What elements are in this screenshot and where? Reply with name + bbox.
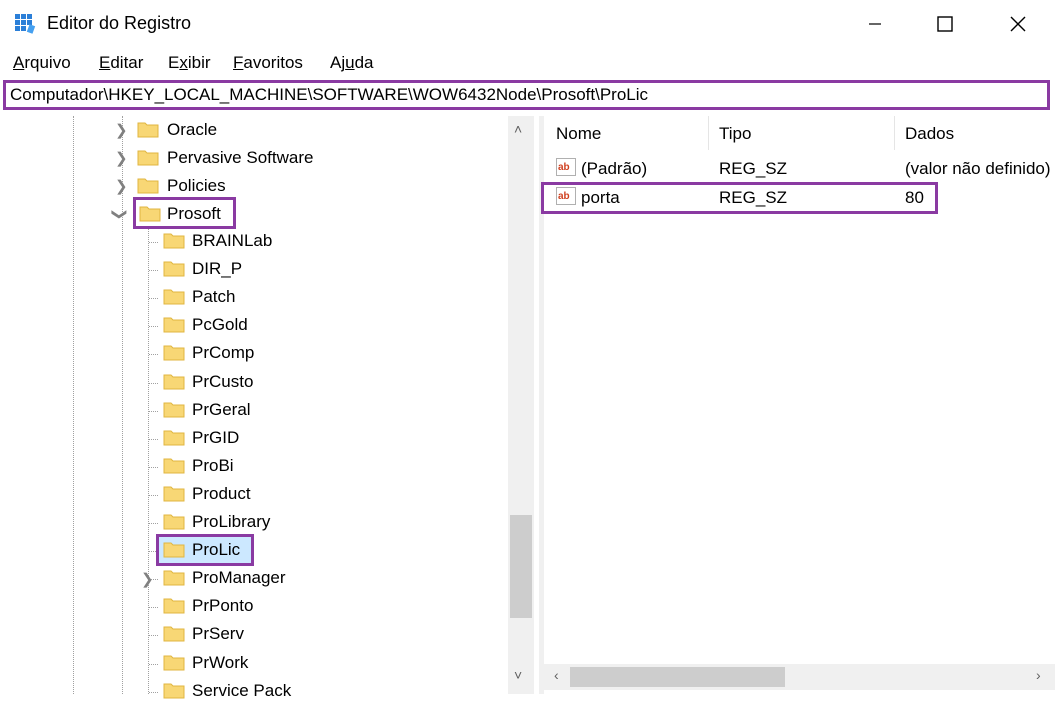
scroll-up-arrow-icon[interactable]: ˄ (514, 121, 522, 137)
folder-icon (163, 456, 185, 474)
tree-connector-line (149, 326, 158, 327)
value-data: (valor não definido) (905, 159, 1051, 178)
tree-connector-line (149, 242, 158, 243)
reg-sz-ab-icon: ab (556, 158, 576, 176)
folder-icon (137, 176, 159, 194)
menu-ajuda[interactable]: Ajuda (330, 53, 374, 73)
tree-item-brainlab[interactable]: BRAINLab (192, 231, 272, 251)
folder-icon (163, 568, 185, 586)
tree-connector-line (149, 692, 158, 693)
value-type: REG_SZ (719, 188, 788, 207)
expand-chevron-icon[interactable]: ❯ (115, 177, 128, 195)
folder-icon (163, 624, 185, 642)
tree-connector-line (149, 383, 158, 384)
tree-item-prolibrary[interactable]: ProLibrary (192, 512, 270, 532)
svg-text:ab: ab (558, 191, 570, 202)
expand-chevron-icon[interactable]: ❯ (115, 149, 128, 167)
value-name[interactable]: porta (581, 188, 620, 208)
tree-connector-line (149, 354, 158, 355)
column-header-dados[interactable]: Dados (905, 124, 954, 144)
column-separator[interactable] (894, 116, 895, 150)
window-title: Editor do Registro (47, 13, 192, 33)
scroll-left-arrow-icon[interactable]: ‹ (554, 667, 559, 683)
tree-item-prcusto[interactable]: PrCusto (192, 372, 253, 392)
tree-item-promanager[interactable]: ProManager (192, 568, 286, 588)
tree-item-policies[interactable]: Policies (167, 176, 226, 196)
menu-exibir[interactable]: Exibir (168, 53, 211, 73)
menu-editar[interactable]: Editar (99, 53, 143, 73)
tree-item-oracle[interactable]: Oracle (167, 120, 217, 140)
tree-item-prwork[interactable]: PrWork (192, 653, 248, 673)
tree-item-prserv[interactable]: PrServ (192, 624, 244, 644)
folder-icon (163, 512, 185, 530)
tree-connector-line (149, 495, 158, 496)
close-button[interactable] (983, 0, 1053, 48)
menu-bar (0, 48, 1055, 78)
column-header-tipo[interactable]: Tipo (719, 124, 751, 144)
value-data: 80 (905, 188, 924, 207)
folder-icon (163, 259, 185, 277)
folder-icon (163, 484, 185, 502)
folder-icon (137, 148, 159, 166)
folder-icon (163, 540, 185, 558)
value-name: (Padrão) (581, 159, 648, 178)
value-type: REG_SZ (719, 159, 788, 178)
tree-connector-line (149, 664, 158, 665)
tree-item-prponto[interactable]: PrPonto (192, 596, 253, 616)
tree-scroll-thumb[interactable] (510, 515, 532, 618)
folder-icon (139, 204, 161, 222)
tree-guide-line (73, 116, 74, 694)
column-separator[interactable] (708, 116, 709, 150)
tree-item-patch[interactable]: Patch (192, 287, 235, 307)
folder-icon (163, 681, 185, 699)
tree-connector-line (149, 607, 158, 608)
tree-item-pervasive-software[interactable]: Pervasive Software (167, 148, 313, 168)
tree-connector-line (149, 439, 158, 440)
collapse-chevron-icon[interactable]: ❯ (111, 208, 129, 221)
tree-guide-line (122, 116, 123, 694)
column-header-nome[interactable]: Nome (556, 124, 601, 144)
tree-item-prgid[interactable]: PrGID (192, 428, 239, 448)
expand-chevron-icon[interactable]: ❯ (115, 121, 128, 139)
scroll-down-arrow-icon[interactable]: ˅ (514, 667, 522, 683)
folder-icon (137, 120, 159, 138)
tree-item-prosoft[interactable]: Prosoft (167, 204, 221, 224)
tree-item-probi[interactable]: ProBi (192, 456, 234, 476)
tree-item-prcomp[interactable]: PrComp (192, 343, 254, 363)
menu-arquivo[interactable]: Arquivo (13, 53, 71, 73)
tree-item-service-pack[interactable]: Service Pack (192, 681, 291, 701)
tree-item-prolic[interactable]: ProLic (192, 540, 240, 560)
folder-icon (163, 400, 185, 418)
folder-icon (163, 343, 185, 361)
tree-connector-line (149, 270, 158, 271)
minimize-button[interactable] (840, 0, 910, 48)
tree-connector-line (149, 467, 158, 468)
folder-icon (163, 428, 185, 446)
registry-editor-icon[interactable] (14, 13, 36, 35)
tree-item-dir_p[interactable]: DIR_P (192, 259, 242, 279)
folder-icon (163, 653, 185, 671)
tree-item-pcgold[interactable]: PcGold (192, 315, 248, 335)
tree-connector-line (149, 523, 158, 524)
folder-icon (163, 315, 185, 333)
maximize-button[interactable] (910, 0, 980, 48)
folder-icon (163, 596, 185, 614)
tree-connector-line (149, 635, 158, 636)
address-path[interactable]: Computador\HKEY_LOCAL_MACHINE\SOFTWARE\W… (10, 85, 648, 105)
tree-connector-line (149, 411, 158, 412)
scroll-right-arrow-icon[interactable]: › (1036, 667, 1041, 683)
tree-connector-line (149, 298, 158, 299)
menu-favoritos[interactable]: Favoritos (233, 53, 303, 73)
tree-item-prgeral[interactable]: PrGeral (192, 400, 251, 420)
folder-icon (163, 287, 185, 305)
svg-text:ab: ab (558, 162, 570, 173)
expand-chevron-icon[interactable]: ❯ (141, 570, 154, 588)
tree-pane[interactable] (0, 116, 537, 694)
list-scroll-thumb[interactable] (570, 667, 785, 687)
tree-item-product[interactable]: Product (192, 484, 251, 504)
reg-sz-ab-icon: ab (556, 187, 576, 205)
folder-icon (163, 231, 185, 249)
folder-icon (163, 372, 185, 390)
